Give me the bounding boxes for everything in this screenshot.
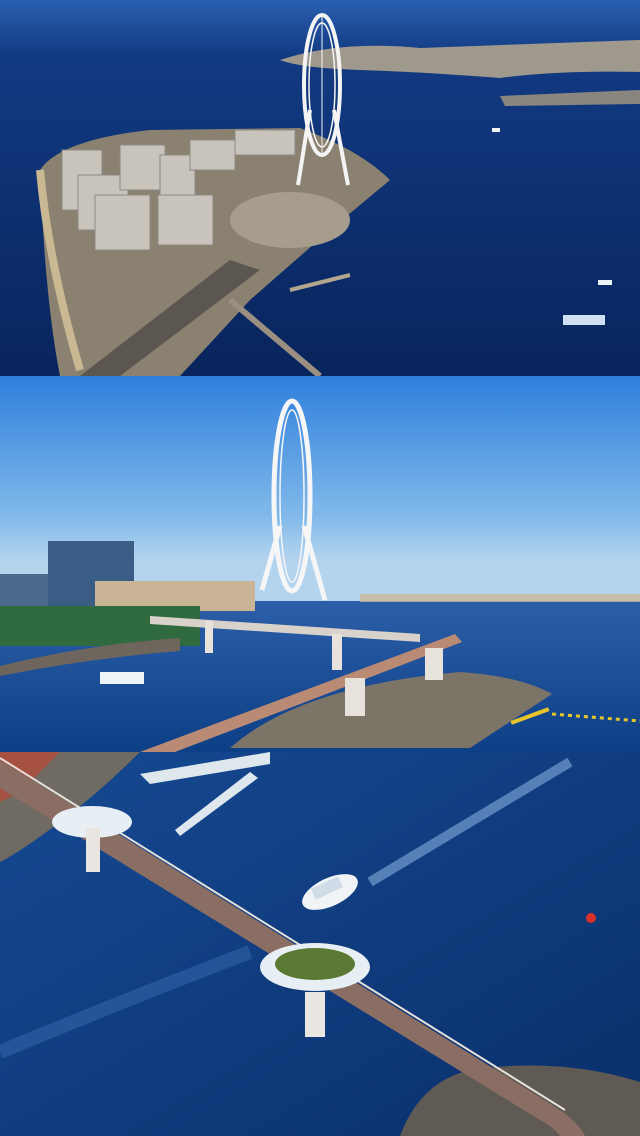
aerial-island-photo xyxy=(0,0,640,376)
bridge-side-photo xyxy=(0,376,640,752)
boat xyxy=(100,672,144,684)
buoy xyxy=(586,913,596,923)
bridge-top-photo xyxy=(0,752,640,1136)
boat xyxy=(563,315,605,325)
